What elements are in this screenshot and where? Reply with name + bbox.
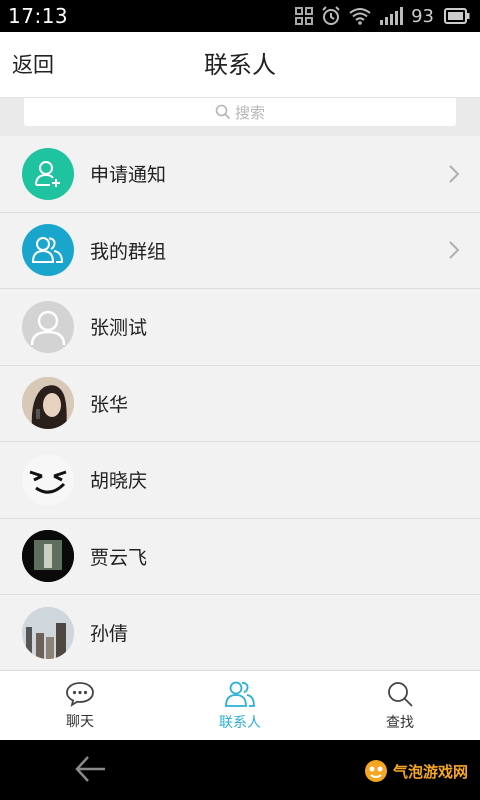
default-avatar-icon xyxy=(30,310,66,345)
list-item-contact[interactable]: 贾云飞 xyxy=(0,518,480,595)
watermark: 气泡游戏网 xyxy=(363,758,468,784)
page-title: 联系人 xyxy=(204,51,276,79)
list-item-label: 胡晓庆 xyxy=(90,470,148,493)
battery-icon xyxy=(444,8,470,24)
chevron-right-icon xyxy=(449,165,460,183)
list-item-my-groups[interactable]: 我的群组 xyxy=(0,212,480,289)
add-user-icon xyxy=(35,160,60,187)
list-item-label: 张华 xyxy=(90,393,129,416)
tab-contacts[interactable]: 联系人 xyxy=(160,671,320,740)
back-button[interactable]: 返回 xyxy=(12,32,54,98)
arrow-left-icon[interactable] xyxy=(74,754,108,784)
tab-chat[interactable]: 聊天 xyxy=(0,671,160,740)
chat-bubble-icon xyxy=(66,681,94,707)
tab-label: 查找 xyxy=(386,714,414,731)
avatar xyxy=(22,147,74,200)
tab-bar: 聊天 联系人 查找 xyxy=(0,670,480,740)
logo-icon xyxy=(364,760,387,782)
watermark-text: 气泡游戏网 xyxy=(392,762,468,781)
contact-list: 申请通知 我的群组 张测试 张华 胡晓庆 贾云飞 孙倩 xyxy=(0,136,480,672)
status-bar: 17:13 93 xyxy=(0,0,480,32)
list-item-apply-notification[interactable]: 申请通知 xyxy=(0,136,480,213)
search-area: 搜索 xyxy=(0,98,480,136)
list-item-contact[interactable]: 张华 xyxy=(0,365,480,442)
avatar xyxy=(22,530,74,583)
wifi-icon xyxy=(349,8,371,25)
list-item-contact[interactable]: 孙倩 xyxy=(0,595,480,672)
avatar xyxy=(22,606,74,659)
avatar xyxy=(22,377,74,430)
status-icons: 93 xyxy=(295,6,470,27)
search-input[interactable]: 搜索 xyxy=(24,98,456,126)
battery-level: 93 xyxy=(411,5,434,27)
avatar xyxy=(22,300,74,353)
list-item-label: 张测试 xyxy=(90,317,148,340)
photo-avatar-icon xyxy=(22,606,74,659)
list-item-label: 我的群组 xyxy=(90,240,167,263)
search-icon xyxy=(388,681,413,707)
signal-icon xyxy=(380,7,404,25)
contacts-icon xyxy=(225,681,255,707)
group-icon xyxy=(32,237,64,264)
tab-label: 聊天 xyxy=(66,713,94,730)
list-item-label: 贾云飞 xyxy=(90,546,148,569)
avatar xyxy=(22,453,74,506)
tab-search[interactable]: 查找 xyxy=(320,671,480,740)
navigation-bar: 返回 联系人 xyxy=(0,32,480,98)
smiley-avatar-icon xyxy=(29,470,67,494)
search-icon xyxy=(215,104,231,120)
scan-icon xyxy=(295,7,314,25)
photo-avatar-icon xyxy=(22,530,74,583)
alarm-icon xyxy=(322,6,340,25)
system-navigation-bar: 气泡游戏网 xyxy=(0,740,480,800)
list-item-label: 孙倩 xyxy=(90,623,129,646)
tab-label: 联系人 xyxy=(219,714,261,731)
list-item-label: 申请通知 xyxy=(90,164,167,187)
avatar xyxy=(22,224,74,277)
photo-avatar-icon xyxy=(22,377,74,430)
list-item-contact[interactable]: 张测试 xyxy=(0,289,480,366)
chevron-right-icon xyxy=(449,241,460,259)
search-placeholder: 搜索 xyxy=(234,103,265,122)
status-time: 17:13 xyxy=(8,4,69,28)
list-item-contact[interactable]: 胡晓庆 xyxy=(0,442,480,519)
